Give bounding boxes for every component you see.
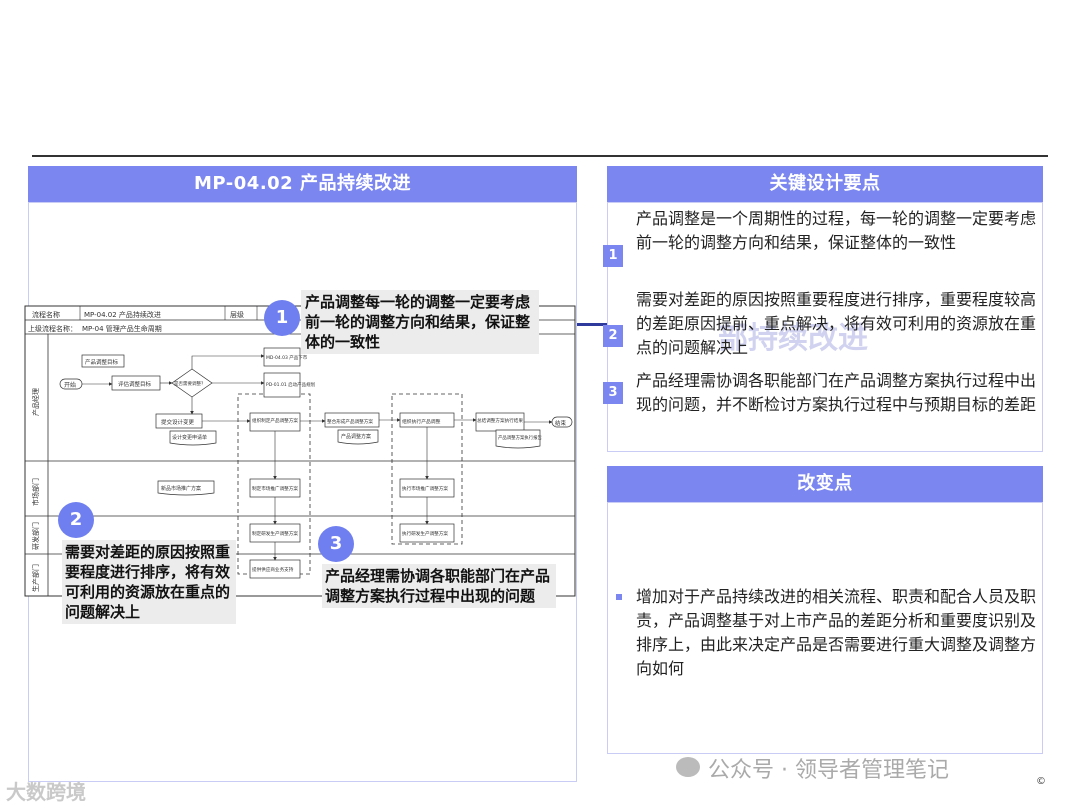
- key-points-title: 关键设计要点: [769, 173, 881, 194]
- fc-box-eval-goal: 评估调整目标: [118, 380, 152, 388]
- fc-doc-design-change: 设计变更申请单: [172, 434, 207, 441]
- lane-label-1: 产品经理: [31, 388, 40, 416]
- key-point-1-number: 1: [603, 245, 623, 267]
- wechat-watermark: 公众号 · 领导者管理笔记: [708, 758, 949, 783]
- key-point-2-text: 需要对差距的原因按照重要程度进行排序，重要程度较高的差距原因提前、重点解决，将有…: [636, 290, 1037, 357]
- fc-box-md0403: MD-04.03 产品下市: [266, 354, 308, 361]
- fc-box-aggregate: 整合形成产品调整方案: [327, 418, 373, 425]
- key-point-3-number: 3: [603, 382, 623, 404]
- fc-box-rd-exec: 执行研发生产调整方案: [402, 530, 448, 537]
- lane-label-3: 研发部门: [31, 522, 40, 550]
- fc-box-submit: 提交设计变更: [161, 418, 195, 426]
- fc-doc-product-plan: 产品调整方案: [341, 433, 371, 440]
- callout-2-text: 需要对差距的原因按照重要程度进行排序，将有效可利用的资源放在重点的问题解决上: [62, 540, 236, 624]
- fc-doc-market-plan: 新品市场推广方案: [161, 485, 201, 492]
- changes-title: 改变点: [797, 473, 853, 494]
- change-bullet: [616, 594, 622, 600]
- callout-1-text: 产品调整每一轮的调整一定要考虑前一轮的调整方向和结果，保证整体的一致性: [301, 290, 539, 354]
- key-point-3-text: 产品经理需协调各职能部门在产品调整方案执行过程中出现的问题，并不断检讨方案执行过…: [636, 371, 1037, 414]
- top-divider: [32, 155, 1048, 157]
- fc-doc-report: 产品调整方案执行报告: [498, 434, 543, 441]
- left-watermark: 大数跨境: [6, 780, 86, 804]
- fc-box-pd0101: PD-01.01 启动产品规划: [266, 381, 316, 388]
- fc-end: 结束: [555, 419, 567, 427]
- key-point-2-number: 2: [603, 325, 623, 347]
- fc-start: 开始: [64, 381, 76, 389]
- fc-box-org-exec: 组织执行产品调整: [402, 418, 441, 425]
- key-point-1-text: 产品调整是一个周期性的过程，每一轮的调整一定要考虑前一轮的调整方向和结果，保证整…: [636, 209, 1037, 252]
- fc-box-market-exec: 执行市场推广调整方案: [402, 485, 448, 492]
- left-panel-header: MP-04.02 产品持续改进: [28, 166, 577, 202]
- fc-row1-label: 流程名称: [32, 310, 60, 319]
- wechat-icon: [676, 757, 700, 777]
- copyright-mark: ©: [1036, 776, 1046, 787]
- callout-1-circle: 1: [264, 300, 300, 336]
- key-points-header: 关键设计要点: [607, 166, 1043, 202]
- callout-3-circle: 3: [318, 526, 354, 562]
- fc-box-review-goal: 产品调整目标: [85, 358, 119, 366]
- fc-row1-value: MP-04.02 产品持续改进: [84, 310, 161, 319]
- fc-row1-label2: 层级: [230, 310, 244, 319]
- left-panel-title: MP-04.02 产品持续改进: [194, 173, 411, 194]
- fc-box-market-make: 制定市场推广调整方案: [252, 485, 298, 492]
- fc-row2-value: MP-04 管理产品生命周期: [82, 324, 162, 333]
- fc-box-prod-make: 提供供应商业务支持: [252, 566, 294, 573]
- lane-label-4: 生产部门: [31, 564, 40, 592]
- fc-decision: 是否需要调整？: [174, 380, 206, 387]
- callout-3-text: 产品经理需协调各职能部门在产品调整方案执行过程中出现的问题: [322, 564, 556, 608]
- changes-header: 改变点: [607, 466, 1043, 502]
- fc-box-summary: 总结调整方案执行结果: [477, 417, 523, 424]
- lane-label-2: 市场部门: [31, 478, 40, 506]
- callout-2-circle: 2: [58, 502, 94, 538]
- fc-box-rd-make: 制定研发生产调整方案: [252, 530, 298, 537]
- fc-row2-label: 上级流程名称：: [28, 324, 77, 333]
- change-item-1-text: 增加对于产品持续改进的相关流程、职责和配合人员及职责，产品调整基于对上市产品的差…: [636, 587, 1037, 678]
- fc-box-make-plan: 组织制定产品调整方案: [252, 417, 298, 424]
